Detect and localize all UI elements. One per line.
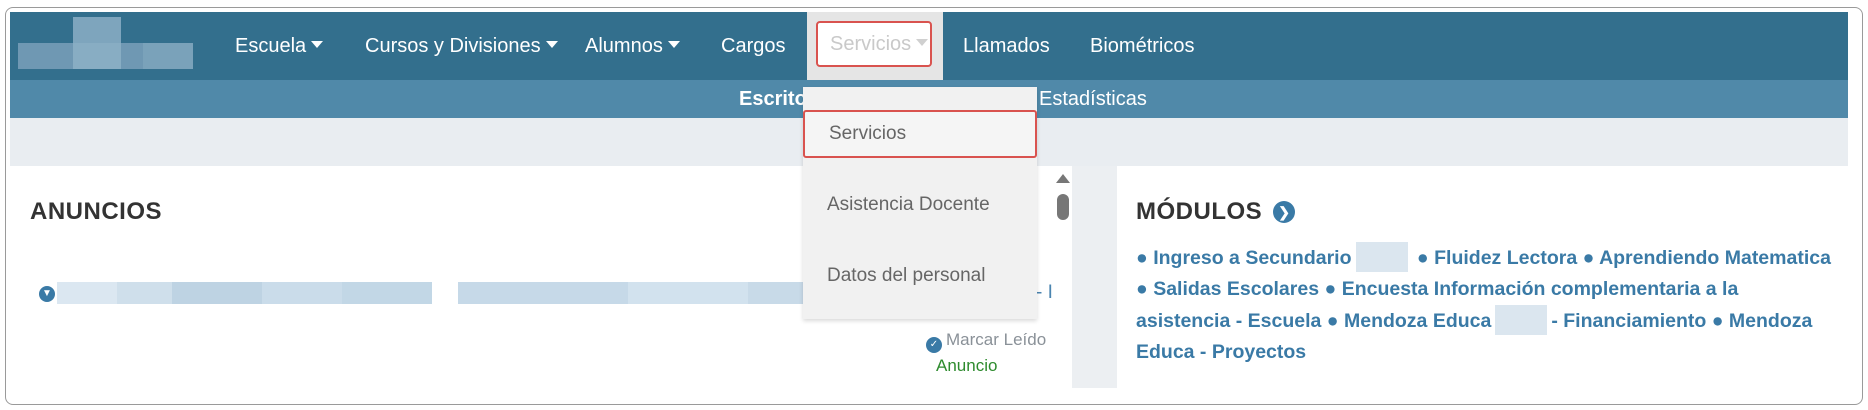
servicios-dropdown-menu: Servicios Asistencia Docente Datos del p… [803,87,1037,319]
nav-cargos-label: Cargos [721,35,786,57]
subnav-estadisticas[interactable]: Estadísticas [1039,80,1147,118]
dropdown-item-servicios[interactable]: Servicios [803,110,1037,158]
check-circle-icon: ✓ [926,337,942,353]
dropdown-item-datos-personal[interactable]: Datos del personal [803,261,1037,291]
announcement-type-label: Anuncio [936,356,998,375]
caret-down-icon [311,41,324,49]
nav-cargos[interactable]: Cargos [721,12,785,80]
nav-alumnos[interactable]: Alumnos [585,12,680,80]
module-link-financiamiento[interactable]: - Financiamiento [1551,310,1706,332]
mark-read-label: Marcar Leído [946,330,1047,349]
nav-biometricos[interactable]: Biométricos [1090,12,1194,80]
module-link-aprendiendo-matematica[interactable]: Aprendiendo Matematica [1599,247,1831,269]
modulos-links: ● Ingreso a Secundario ● Fluidez Lectora… [1136,242,1836,368]
caret-down-icon [545,41,558,49]
redacted-block [1495,305,1548,335]
module-link-salidas-escolares[interactable]: Salidas Escolares [1153,278,1319,300]
nav-servicios[interactable]: Servicios [816,21,932,67]
anuncios-title: ANUNCIOS [30,198,163,225]
school-logo [18,17,193,74]
modulos-title-text: MÓDULOS [1136,198,1263,225]
nav-alumnos-label: Alumnos [585,35,663,57]
chevron-right-circle-icon[interactable]: ❯ [1273,201,1296,223]
nav-servicios-tab[interactable]: Servicios [807,12,943,80]
subnav-escritorio[interactable]: Escrito [739,80,807,118]
nav-cursos-label: Cursos y Divisiones [365,35,541,57]
dropdown-item-asistencia-docente[interactable]: Asistencia Docente [803,190,1037,220]
redacted-block [1355,242,1408,272]
nav-llamados-label: Llamados [963,35,1050,57]
module-link-fluidez-lectora[interactable]: Fluidez Lectora [1434,247,1577,269]
caret-down-icon [916,39,929,47]
nav-escuela[interactable]: Escuela [235,12,324,80]
nav-servicios-label: Servicios [830,33,912,55]
scroll-up-arrow-icon[interactable] [1056,174,1070,183]
nav-biometricos-label: Biométricos [1090,35,1195,57]
nav-llamados[interactable]: Llamados [963,12,1050,80]
announcement-trailing-text: - I [1036,282,1053,303]
module-link-mendoza-educa[interactable]: Mendoza Educa [1344,310,1491,332]
caret-down-icon [667,41,680,49]
module-link-ingreso-secundario[interactable]: Ingreso a Secundario [1153,247,1351,269]
nav-escuela-label: Escuela [235,35,307,57]
modulos-title: MÓDULOS ❯ [1136,198,1296,226]
top-navbar: Escuela Cursos y Divisiones Alumnos Carg… [10,12,1848,80]
chevron-down-circle-icon[interactable]: ▼ [39,286,55,302]
nav-cursos-divisiones[interactable]: Cursos y Divisiones [365,12,558,80]
mark-read-button[interactable]: ✓ Marcar Leído [926,330,1047,353]
scrollbar-thumb[interactable] [1057,194,1069,220]
